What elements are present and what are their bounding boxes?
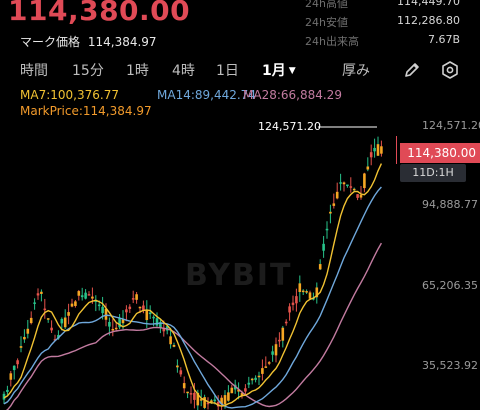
- ma28-legend: MA28:66,884.29: [243, 88, 342, 102]
- stat-volume-label: 24h出来高: [305, 35, 359, 48]
- axis-label-2: 94,888.77: [422, 198, 478, 211]
- markprice-value: 114,384.97: [82, 104, 152, 118]
- ma7-legend: MA7:100,376.77: [20, 88, 119, 102]
- tab-1d[interactable]: 1日: [216, 60, 239, 80]
- ma7-label: MA7:: [20, 88, 51, 102]
- stat-low-label: 24h安値: [305, 16, 348, 29]
- tab-depth[interactable]: 厚み: [342, 60, 370, 80]
- mark-price-value: 114,384.97: [87, 35, 157, 49]
- tab-1m-label: 1月: [262, 63, 286, 79]
- axis-label-4: 35,523.92: [422, 359, 478, 372]
- mark-price-row: マーク価格 114,384.97: [20, 33, 157, 50]
- candlestick-chart[interactable]: [0, 118, 400, 410]
- markprice-legend: MarkPrice:114,384.97: [20, 104, 152, 118]
- tab-1m[interactable]: 1月 ▼: [262, 60, 296, 80]
- ma7-line: [3, 163, 383, 407]
- axis-label-1: 124,571.20: [422, 119, 480, 132]
- timeframe-tabs: 時間 15分 1時 4時 1日 1月 ▼ 厚み: [0, 58, 480, 82]
- settings-hexagon-icon[interactable]: [440, 60, 460, 80]
- stat-high-value: 114,449.70: [397, 0, 460, 8]
- ma28-label: MA28:: [243, 88, 281, 102]
- candles-group: [2, 136, 383, 410]
- tab-1h[interactable]: 1時: [126, 60, 149, 80]
- timeframe-tag: 11D:1H: [400, 164, 466, 182]
- ma14-label: MA14:: [157, 88, 195, 102]
- pencil-icon[interactable]: [402, 60, 422, 80]
- axis-label-3: 65,206.35: [422, 279, 478, 292]
- chevron-down-icon: ▼: [288, 66, 296, 76]
- tab-4h[interactable]: 4時: [172, 60, 195, 80]
- price-tag-connector: [396, 136, 397, 164]
- ma28-value: 66,884.29: [280, 88, 342, 102]
- tab-time[interactable]: 時間: [20, 60, 48, 80]
- ma14-line: [3, 186, 382, 409]
- mark-price-label: マーク価格: [20, 35, 81, 49]
- markprice-label: MarkPrice:: [20, 104, 83, 118]
- high-marker-label: 124,571.20: [258, 120, 321, 133]
- stat-low-value: 112,286.80: [397, 14, 460, 27]
- ma14-legend: MA14:89,442.74: [157, 88, 256, 102]
- stat-high-label: 24h高値: [305, 0, 348, 10]
- stat-volume-value: 7.67B: [427, 33, 460, 46]
- current-price-tag: 114,380.00: [400, 143, 480, 163]
- last-price: 114,380.00: [8, 0, 191, 27]
- ma7-value: 100,376.77: [50, 88, 119, 102]
- tab-15m[interactable]: 15分: [72, 60, 104, 80]
